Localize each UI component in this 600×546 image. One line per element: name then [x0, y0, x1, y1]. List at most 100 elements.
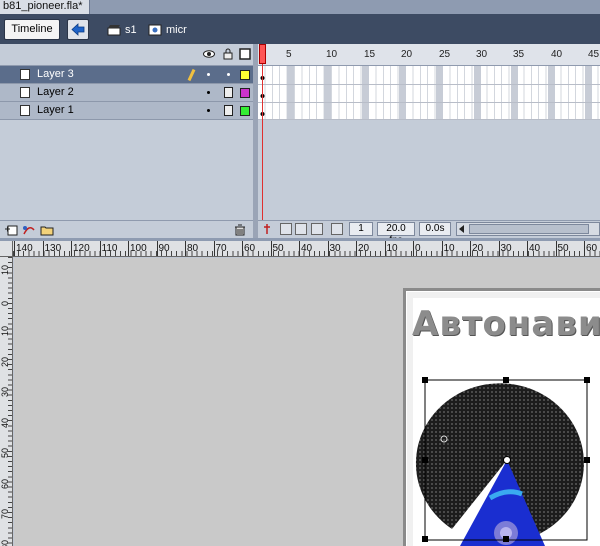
ruler-label: 40 — [529, 243, 541, 254]
ruler-major-tick — [413, 241, 414, 256]
layer-lock-icon[interactable] — [224, 87, 233, 98]
ruler-major-tick — [185, 241, 186, 256]
lock-icon[interactable] — [222, 48, 234, 60]
add-guide-layer-icon[interactable] — [22, 224, 36, 236]
ruler-label: 130 — [44, 243, 62, 254]
visibility-dot[interactable] — [207, 109, 210, 112]
ruler-major-tick — [527, 241, 528, 256]
frame-number: 5 — [286, 49, 292, 60]
ruler-major-tick — [584, 241, 585, 256]
frames-empty-area — [258, 120, 600, 220]
outline-color-swatch[interactable] — [240, 106, 250, 116]
frame-column-highlight — [287, 66, 294, 120]
frame-rate-display[interactable]: 20.0 fps — [377, 222, 415, 246]
ruler-major-tick — [71, 241, 72, 256]
visibility-dot[interactable] — [207, 73, 210, 76]
frame-number: 45 — [588, 49, 600, 60]
ruler-label: 80 — [0, 539, 10, 546]
scroll-left-arrow-icon[interactable] — [459, 225, 465, 233]
center-frame-icon[interactable] — [262, 223, 272, 235]
frame-row-line — [258, 84, 600, 85]
frame-column-highlight — [473, 66, 481, 120]
frame-column-highlight — [510, 66, 518, 120]
logo-text[interactable]: Автонавигация — [412, 304, 600, 344]
vertical-ruler: 10 0 10 20 30 40 50 60 70 80 — [0, 257, 13, 546]
ruler-major-tick — [470, 241, 471, 256]
breadcrumb-symbol[interactable]: micr — [148, 22, 187, 38]
layer-header — [0, 44, 256, 66]
outline-icon[interactable] — [239, 48, 251, 60]
layer-tools — [0, 220, 256, 238]
frame-column-highlight — [324, 66, 332, 120]
ruler-label: 10 — [0, 325, 10, 336]
trash-icon[interactable] — [234, 224, 246, 236]
lock-dot[interactable] — [227, 73, 230, 76]
playhead-line — [262, 64, 263, 224]
ruler-label: 20 — [472, 243, 484, 254]
ruler-major-tick — [213, 241, 215, 256]
ruler-label: 30 — [500, 243, 512, 254]
frames-grid[interactable] — [258, 66, 600, 120]
back-button[interactable] — [67, 19, 89, 40]
document-tab[interactable]: b81_pioneer.fla* — [0, 0, 90, 14]
layer-icon — [20, 105, 30, 116]
edit-bar — [0, 14, 600, 44]
modify-onion-markers-button[interactable] — [331, 223, 343, 235]
ruler-major-tick — [42, 241, 44, 256]
stage-artwork[interactable] — [410, 370, 600, 546]
back-arrow-icon — [71, 23, 85, 36]
layer-lock-icon[interactable] — [224, 105, 233, 116]
frame-column-highlight — [548, 66, 556, 120]
layer-row[interactable]: Layer 3 — [0, 66, 256, 84]
edit-multiple-frames-button[interactable] — [311, 223, 323, 235]
ruler-major-tick — [441, 241, 443, 256]
ruler-label: 0 — [415, 243, 421, 254]
ruler-corner — [0, 241, 13, 257]
ruler-label: 60 — [586, 243, 598, 254]
ruler-label: 60 — [0, 478, 10, 489]
layer-icon — [20, 87, 30, 98]
ruler-major-tick — [14, 241, 15, 256]
breadcrumb-scene-label: s1 — [125, 24, 137, 36]
scrollbar-thumb[interactable] — [469, 224, 589, 234]
ruler-major-tick — [156, 241, 158, 256]
onion-skin-outlines-button[interactable] — [295, 223, 307, 235]
eye-icon[interactable] — [203, 48, 215, 60]
current-frame-display: 1 — [349, 222, 373, 236]
ruler-label: 80 — [187, 243, 199, 254]
ruler-label: 10 — [443, 243, 455, 254]
outline-color-swatch[interactable] — [240, 70, 250, 80]
playhead[interactable] — [259, 44, 266, 224]
layer-row[interactable]: Layer 2 — [0, 84, 256, 102]
timeline-toggle-button[interactable]: Timeline — [4, 19, 60, 40]
ruler-label: 0 — [0, 300, 10, 306]
layer-row[interactable]: Layer 1 — [0, 102, 256, 120]
ruler-label: 40 — [0, 417, 10, 428]
visibility-dot[interactable] — [207, 91, 210, 94]
ruler-label: 90 — [158, 243, 170, 254]
ruler-major-tick — [299, 241, 300, 256]
frame-column-highlight — [436, 66, 444, 120]
timeline-horizontal-scrollbar[interactable] — [456, 222, 600, 236]
insert-folder-icon[interactable] — [40, 224, 54, 236]
ruler-label: 110 — [101, 243, 118, 254]
frame-number: 30 — [476, 49, 488, 60]
frame-column-highlight — [398, 66, 406, 120]
breadcrumb-symbol-label: micr — [166, 24, 187, 36]
onion-skin-button[interactable] — [280, 223, 292, 235]
breadcrumb-scene[interactable]: s1 — [107, 22, 137, 38]
layers-empty-area — [0, 120, 256, 220]
ruler-label: 70 — [215, 243, 227, 254]
layer-name: Layer 2 — [37, 86, 74, 98]
ruler-label: 10 — [0, 264, 10, 275]
ruler-label: 30 — [329, 243, 341, 254]
outline-color-swatch[interactable] — [240, 88, 250, 98]
ruler-major-tick — [356, 241, 357, 256]
frame-ruler: 151015202530354045 — [258, 44, 600, 66]
ruler-label: 30 — [0, 386, 10, 397]
ruler-major-tick — [555, 241, 557, 256]
playhead-handle[interactable] — [259, 44, 266, 64]
ruler-label: 140 — [16, 243, 33, 254]
ruler-major-tick — [242, 241, 243, 256]
insert-layer-icon[interactable] — [4, 224, 18, 236]
